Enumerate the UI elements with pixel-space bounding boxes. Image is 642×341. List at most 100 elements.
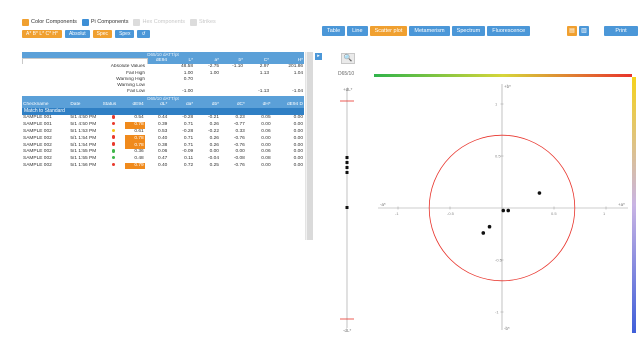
b-tick-label: -0.5: [495, 258, 503, 263]
dc-cell: 0.23: [235, 115, 245, 121]
hex-components-toggle[interactable]: Hex Components: [133, 18, 185, 26]
b-tick-label: 0.5: [495, 154, 501, 159]
lightness-point: [345, 171, 349, 174]
status-dot-icon: [111, 155, 116, 160]
sample-row[interactable]: SAMPLE 002 5/1 1:54 PM 0.78 0.38 0.71 0.26 -0.…: [22, 142, 304, 150]
da-cell: 0.72: [183, 162, 194, 168]
da-cell: 0.71: [183, 122, 194, 128]
lab-mode-button[interactable]: A* B* L* C* H*: [22, 30, 62, 38]
absolute-button[interactable]: Absolut: [64, 30, 90, 38]
table-scrollbar[interactable]: [305, 52, 313, 240]
lightness-positive-label: +dL*: [343, 87, 353, 92]
b-tick-label: 1: [495, 102, 498, 107]
tab-fluorescence[interactable]: Fluorescence: [487, 26, 531, 36]
sample-date: 5/1 4:50 PM: [70, 122, 97, 128]
de94d-cell: 0.00: [293, 135, 303, 141]
lightness-point: [345, 156, 349, 159]
zoom-icon[interactable]: 🔍: [341, 53, 355, 64]
sample-point: [506, 208, 511, 213]
de94d-cell: 0.00: [293, 122, 303, 128]
a-tick-label: -1: [395, 211, 399, 216]
summary-table: dE94 L* a* b* C* H* Absolute Values 48.58…: [22, 58, 305, 96]
checkbox-icon: [133, 18, 141, 26]
view-tabs: Table Line Scatter plot Metamerism Spectrum F…: [322, 26, 531, 36]
dc-cell: 0.33: [235, 128, 245, 134]
status-indicator: [102, 155, 126, 163]
lightness-point: [345, 161, 349, 164]
sample-row[interactable]: SAMPLE 002 5/1 1:55 PM 0.36 0.06 -0.09 0.00 0.…: [22, 149, 304, 156]
dc-cell: 0.00: [235, 149, 245, 155]
lightness-point: [345, 206, 349, 209]
sample-name: SAMPLE 002: [23, 135, 52, 141]
status-dot-icon: [111, 115, 116, 119]
split-view-icon[interactable]: ▥: [579, 26, 589, 36]
de94d-cell: 0.00: [293, 115, 303, 121]
status-dot-icon: [111, 128, 116, 133]
match-to-standard-row[interactable]: Match to Standard: [22, 108, 304, 116]
db-cell: 0.26: [209, 122, 219, 128]
da-cell: 0.71: [183, 142, 194, 148]
sample-row[interactable]: SAMPLE 001 5/1 4:50 PM 0.54 0.44 -0.28 -0.21 0…: [22, 115, 304, 122]
tab-spectrum[interactable]: Spectrum: [451, 26, 486, 36]
de94-cell: 0.78: [125, 135, 145, 143]
color-difference-plot[interactable]: D65/10 +dL* -dL* +b* -b* -a* +a* 1 0.5 -0.5 -1 -1 -0…: [330, 66, 642, 338]
scrollbar-thumb[interactable]: [307, 52, 313, 240]
da-cell: 0.11: [184, 156, 194, 162]
spex-button[interactable]: Spex: [115, 30, 135, 38]
status-indicator: [102, 135, 126, 142]
sample-row[interactable]: SAMPLE 002 5/1 1:53 PM 0.61 0.53 -0.28 -0.22 0…: [22, 128, 304, 136]
dl-cell: 0.39: [157, 122, 168, 128]
sample-row[interactable]: SAMPLE 002 5/1 1:55 PM 0.48 0.47 0.11 -0.04 -0…: [22, 155, 304, 163]
status-indicator: [102, 142, 126, 149]
dh-cell: 0.00: [261, 122, 271, 128]
tab-metamerism[interactable]: Metamerism: [409, 26, 450, 36]
print-button[interactable]: Print: [604, 26, 638, 36]
sample-name: SAMPLE 002: [23, 128, 52, 134]
de94-cell: 0.61: [134, 128, 144, 134]
hue-gradient-bar: [374, 74, 632, 77]
de94d-cell: 0.00: [293, 142, 303, 148]
dc-cell: -0.76: [233, 162, 245, 168]
tab-scatter-plot[interactable]: Scatter plot: [369, 26, 408, 36]
a-negative-label: -a*: [380, 202, 386, 207]
dl-cell: 0.40: [157, 135, 168, 141]
da-cell: -0.09: [182, 149, 194, 155]
dh-cell: 0.00: [261, 142, 271, 148]
db-cell: 0.00: [209, 149, 219, 155]
sample-name: SAMPLE 002: [23, 156, 52, 162]
tab-table[interactable]: Table: [322, 26, 346, 36]
da-cell: -0.28: [182, 128, 194, 134]
db-cell: -0.22: [208, 128, 219, 134]
de94-cell: 0.36: [134, 149, 144, 155]
sample-row[interactable]: SAMPLE 001 5/1 4:50 PM 0.78 0.39 0.71 0.26 -0.…: [22, 121, 304, 129]
dl-cell: 0.06: [157, 149, 168, 155]
status-dot-icon: [111, 162, 116, 167]
de94-cell: 0.78: [125, 142, 145, 150]
sample-date: 5/1 4:50 PM: [70, 115, 97, 121]
de94d-cell: 0.00: [293, 156, 303, 162]
collapse-panel-button[interactable]: ▸: [315, 53, 322, 60]
status-indicator: [102, 128, 126, 136]
dl-cell: 0.40: [157, 162, 168, 168]
sample-point: [537, 191, 542, 195]
color-components-toggle[interactable]: Color Components: [22, 18, 77, 26]
tab-line[interactable]: Line: [347, 26, 368, 36]
de94-cell: 0.78: [125, 121, 145, 129]
single-view-icon[interactable]: ▤: [567, 26, 577, 36]
dh-cell: 0.08: [261, 156, 271, 162]
checkbox-icon: [189, 18, 197, 26]
sample-row[interactable]: SAMPLE 002 5/1 1:56 PM 0.79 0.40 0.72 0.25 -0.…: [22, 162, 304, 170]
sample-date: 5/1 1:55 PM: [70, 156, 97, 162]
refresh-icon[interactable]: ↺: [137, 30, 150, 38]
de94d-cell: 0.00: [293, 149, 303, 155]
de94-cell: 0.79: [125, 162, 145, 170]
checkbox-icon: [81, 18, 89, 26]
sample-row[interactable]: SAMPLE 002 5/1 1:54 PM 0.78 0.40 0.71 0.26 -0.…: [22, 135, 304, 143]
a-tick-label: 0.5: [551, 211, 557, 216]
pi-components-toggle[interactable]: Pi Components: [81, 18, 128, 26]
spec-button[interactable]: Spec: [92, 30, 113, 38]
dc-cell: -0.08: [233, 156, 245, 162]
b-positive-label: +b*: [504, 84, 511, 89]
strikes-toggle[interactable]: Strikes: [189, 18, 216, 26]
lightness-negative-label: -dL*: [343, 328, 352, 333]
